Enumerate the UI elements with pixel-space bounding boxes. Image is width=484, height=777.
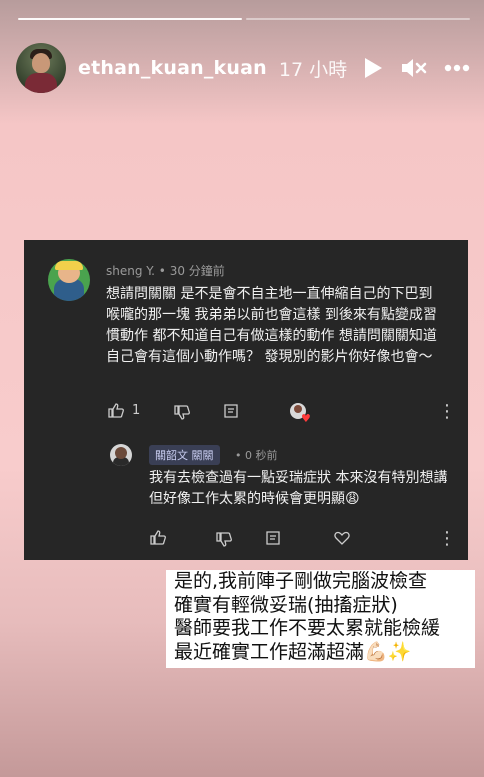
comment-text: 想請問關關 是不是會不自主地一直伸縮自己的下巴到喉嚨的那一塊 我弟弟以前也會這樣… [106,286,437,365]
channel-owner-badge: 關韶文 關關 [149,445,220,465]
username[interactable]: ethan_kuan_kuan [78,57,267,79]
reply-reply-icon[interactable] [266,531,280,545]
story-progress-bar [18,18,470,22]
comment-menu-icon[interactable]: ⋮ [438,403,456,421]
reply-thumbs-up-icon[interactable] [150,530,166,545]
avatar[interactable] [16,43,66,93]
reply-heart-outline-icon[interactable] [334,531,350,545]
heart-icon: ♥ [301,412,311,425]
play-icon[interactable] [362,56,384,80]
like-count: 1 [132,403,141,418]
caption-line-2: 確實有輕微妥瑞(抽搐症狀) [174,593,398,616]
reply-thumbs-down-icon[interactable] [216,532,232,547]
thumbs-up-icon[interactable]: 1 [108,403,140,418]
story-header: ethan_kuan_kuan 17 小時 [16,40,470,96]
caption-line-4: 最近確實工作超滿超滿💪🏻✨ [174,640,412,663]
more-icon[interactable] [444,64,470,72]
comment-screenshot-card: sheng Y. • 30 分鐘前 想請問關關 是不是會不自主地一直伸縮自己的下… [24,240,468,560]
commenter-avatar [48,259,90,301]
thumbs-down-icon[interactable] [174,405,190,420]
progress-segment-viewed [18,18,242,20]
caption-line-1: 是的,我前陣子剛做完腦波檢查 [174,570,428,592]
mute-icon[interactable] [400,56,428,80]
comment-meta: sheng Y. • 30 分鐘前 [106,264,225,278]
story-caption-box: 是的,我前陣子剛做完腦波檢查 確實有輕微妥瑞(抽搐症狀) 醫師要我工作不要太累就… [166,570,475,668]
reply-time: • 0 秒前 [235,449,278,462]
progress-segment-remaining [246,18,470,20]
caption-line-3: 醫師要我工作不要太累就能檢緩 [174,617,441,639]
reply-menu-icon[interactable]: ⋮ [438,530,456,548]
reply-icon[interactable] [224,404,238,418]
reply-text: 我有去檢查過有一點妥瑞症狀 本來沒有特別想講 但好像工作太累的時候會更明顯😩 [149,470,448,507]
reply-avatar [110,444,132,466]
post-time: 17 小時 [278,58,348,81]
